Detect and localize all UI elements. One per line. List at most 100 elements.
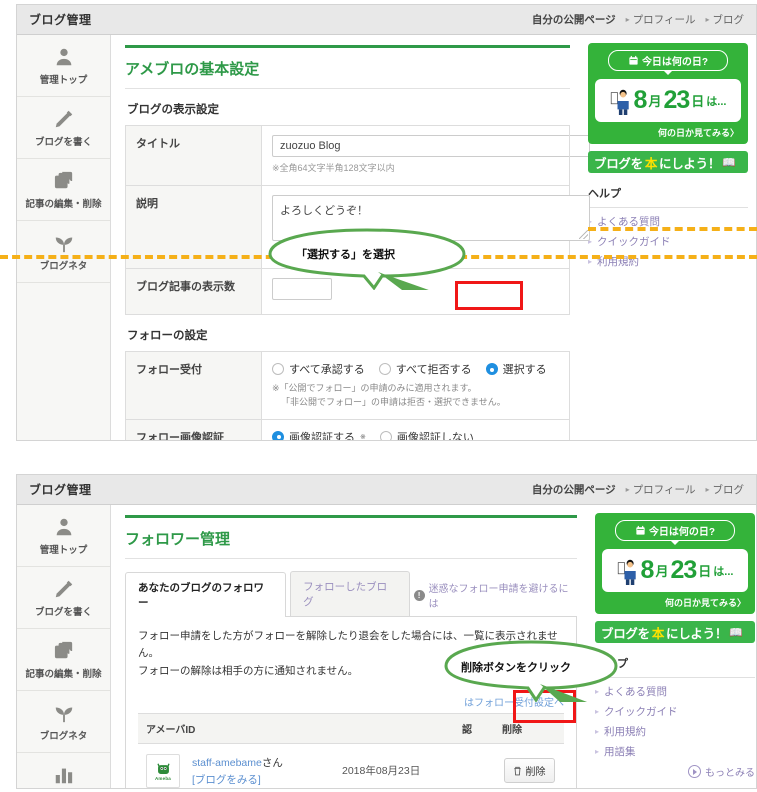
help-link-quickguide[interactable]: ▸ クイックガイド — [588, 234, 748, 249]
today-more-link[interactable]: 何の日か見てみる〉 — [595, 122, 741, 141]
bullet-icon: ▸ — [595, 747, 600, 756]
pencil-icon — [55, 110, 72, 127]
sidebar-item-label: 記事の編集・削除 — [25, 198, 102, 210]
sidebar-item-label: ブログネタ — [39, 260, 88, 272]
field-label-image-auth: フォロー画像認証 — [125, 418, 262, 440]
radio-image-auth-off[interactable]: 画像認証しない — [379, 429, 474, 440]
make-blog-a-book-banner[interactable]: ブログを本にしよう！ 📖 — [588, 151, 748, 173]
blog-link[interactable]: ▸ ブログ — [705, 482, 744, 497]
today-pill: 今日は何の日? — [615, 520, 735, 545]
make-blog-a-book-banner[interactable]: ブログを本にしよう！ 📖 — [595, 621, 755, 643]
tab-your-blog-followers[interactable]: あなたのブログのフォロワー — [125, 572, 287, 617]
highlight-box-select-option — [455, 281, 523, 310]
resize-handle-icon[interactable] — [579, 229, 588, 239]
sidebar-item-access-analysis[interactable]: アクセス解析 — [17, 753, 110, 788]
blog-basic-settings-window: ブログ管理 自分の公開ページ ▸ プロフィール ▸ ブログ 管理トップ ブログを書く — [16, 4, 757, 441]
today-widget[interactable]: 今日は何の日? 8 月 23 日 は... 何の日か見てみる〉 — [588, 43, 748, 144]
description-textarea[interactable]: よろしくどうぞ！ — [272, 194, 590, 241]
panel2-right-sidebar: 今日は何の日? 8 月 23 日 は... 何の日か見てみる〉 ブログを 本 に… — [591, 505, 756, 788]
blog-link[interactable]: ▸ ブログ — [705, 12, 744, 27]
profile-link[interactable]: ▸ プロフィール — [626, 482, 696, 497]
today-pill-label: 今日は何の日? — [641, 57, 709, 68]
field-value-title: zuozuo Blog ※全角64文字半角128文字以内 — [261, 125, 590, 186]
field-value-follow-accept: すべて承認する すべて拒否する 選択する ※「公開でフォロー」の申請のみに適用さ… — [261, 351, 570, 420]
title-hint: ※全角64文字半角128文字以内 — [272, 163, 395, 173]
help-link-glossary[interactable]: ▸ 用語集 — [595, 744, 755, 759]
today-day: 23 — [663, 86, 690, 114]
divider — [125, 88, 570, 89]
panel1-right-sidebar: 今日は何の日? 8 月 23 日 は... 何の日か見てみる〉 ブログを 本 に… — [584, 35, 756, 440]
sidebar-item-kanri-top[interactable]: 管理トップ — [17, 35, 110, 97]
sidebar-item-blog-neta[interactable]: ブログネタ — [17, 221, 110, 283]
title-input[interactable]: zuozuo Blog — [272, 135, 590, 157]
follow-accept-settings-link[interactable]: はフォロー受付設定へ — [138, 694, 564, 709]
sprout-icon — [55, 237, 72, 252]
divider — [125, 558, 577, 559]
view-blog-link[interactable]: [ブログをみる] — [192, 772, 326, 787]
radio-image-auth-on[interactable]: 画像認証する ※ — [272, 429, 366, 440]
table-row: Ameba staff-amebameさん [ブログをみる] 2018年08月2… — [138, 743, 564, 788]
divider — [588, 207, 748, 208]
today-widget[interactable]: 今日は何の日? 8 月 23 日 は... 何の日か見てみる〉 — [595, 513, 755, 614]
help-link-faq[interactable]: ▸ よくある質問 — [595, 684, 755, 699]
follower-name[interactable]: staff-amebameさん — [192, 755, 326, 771]
panel2-topbar-links: 自分の公開ページ ▸ プロフィール ▸ ブログ — [532, 482, 744, 497]
radio-select[interactable]: 選択する — [485, 361, 547, 377]
ameba-character-icon — [156, 763, 170, 774]
followers-tab-panel: フォロー申請をした方がフォローを解除したり退会をした場合には、一覧に表示されませ… — [125, 617, 577, 788]
today-month: 8 — [633, 86, 648, 114]
article-count-select[interactable] — [272, 278, 332, 300]
panel2-body: 管理トップ ブログを書く 記事の編集・削除 ブログネタ アクセス解析 — [17, 505, 756, 788]
column-header-date — [334, 712, 454, 744]
profile-link[interactable]: ▸ プロフィール — [626, 12, 696, 27]
avatar-badge-label: Ameba — [154, 775, 171, 781]
crop-guide-line-horizontal — [0, 255, 757, 259]
help-link-quickguide[interactable]: ▸ クイックガイド — [595, 704, 755, 719]
sidebar-item-edit-delete[interactable]: 記事の編集・削除 — [17, 159, 110, 221]
followers-table: アメーバID 認 削除 Ameba staff-amebameさん [ブログをみ… — [138, 712, 564, 788]
bullet-icon: ▸ — [595, 687, 600, 696]
hanging-scroll-icon — [617, 559, 636, 585]
sidebar-item-edit-delete[interactable]: 記事の編集・削除 — [17, 629, 110, 691]
green-rule — [125, 45, 570, 48]
my-public-page-link[interactable]: 自分の公開ページ — [532, 482, 616, 497]
calendar-icon — [629, 55, 638, 65]
sidebar-item-write-blog[interactable]: ブログを書く — [17, 97, 110, 159]
today-tail: は... — [713, 565, 734, 578]
info-icon: ! — [413, 589, 425, 601]
sidebar-item-label: ブログネタ — [39, 730, 88, 742]
radio-approve-all[interactable]: すべて承認する — [272, 361, 365, 377]
sidebar-item-write-blog[interactable]: ブログを書く — [17, 567, 110, 629]
banner-text-b: にしよう！ — [666, 626, 728, 641]
radio-reject-all[interactable]: すべて拒否する — [378, 361, 472, 377]
follower-delete-cell: 削除 — [494, 743, 564, 788]
delete-button[interactable]: 削除 — [503, 758, 555, 784]
panel1-topbar: ブログ管理 自分の公開ページ ▸ プロフィール ▸ ブログ — [17, 5, 756, 35]
sprout-icon — [55, 707, 72, 722]
today-pill: 今日は何の日? — [608, 50, 728, 75]
field-value-image-auth: 画像認証する※ 画像認証しない ※スパムによるフォローの対策におすすめです — [261, 418, 570, 440]
help-link-terms[interactable]: ▸ 利用規約 — [595, 724, 755, 739]
crop-guide-line-sidebar — [588, 227, 757, 231]
image-auth-radio-group: 画像認証する ※ 画像認証しない — [272, 429, 559, 440]
panel1-app-title: ブログ管理 — [29, 13, 92, 27]
tab-followed-blogs[interactable]: フォローしたブログ — [290, 571, 410, 616]
sidebar-item-blog-neta[interactable]: ブログネタ — [17, 691, 110, 753]
banner-text-hon: 本 — [651, 626, 665, 641]
divider — [595, 677, 755, 678]
help-more-link[interactable]: もっとみる — [595, 764, 755, 779]
avoid-spam-link[interactable]: ! 迷惑なフォロー申請を避けるには — [413, 580, 577, 616]
today-month-unit: 月 — [655, 564, 669, 579]
today-pill-label: 今日は何の日? — [648, 527, 716, 538]
sidebar-item-label: 管理トップ — [39, 74, 88, 86]
sidebar-item-kanri-top[interactable]: 管理トップ — [17, 505, 110, 567]
panel1-main: アメブロの基本設定 ブログの表示設定 タイトル zuozuo Blog ※全角6… — [111, 35, 590, 440]
banner-text-a: ブログを — [601, 626, 650, 641]
green-rule — [125, 515, 577, 518]
person-icon — [56, 518, 71, 535]
today-month-unit: 月 — [648, 94, 662, 109]
today-more-link[interactable]: 何の日か見てみる〉 — [602, 592, 748, 611]
page-title: フォロワー管理 — [125, 531, 231, 548]
my-public-page-link[interactable]: 自分の公開ページ — [532, 12, 616, 27]
radio-dot-icon — [272, 363, 284, 375]
